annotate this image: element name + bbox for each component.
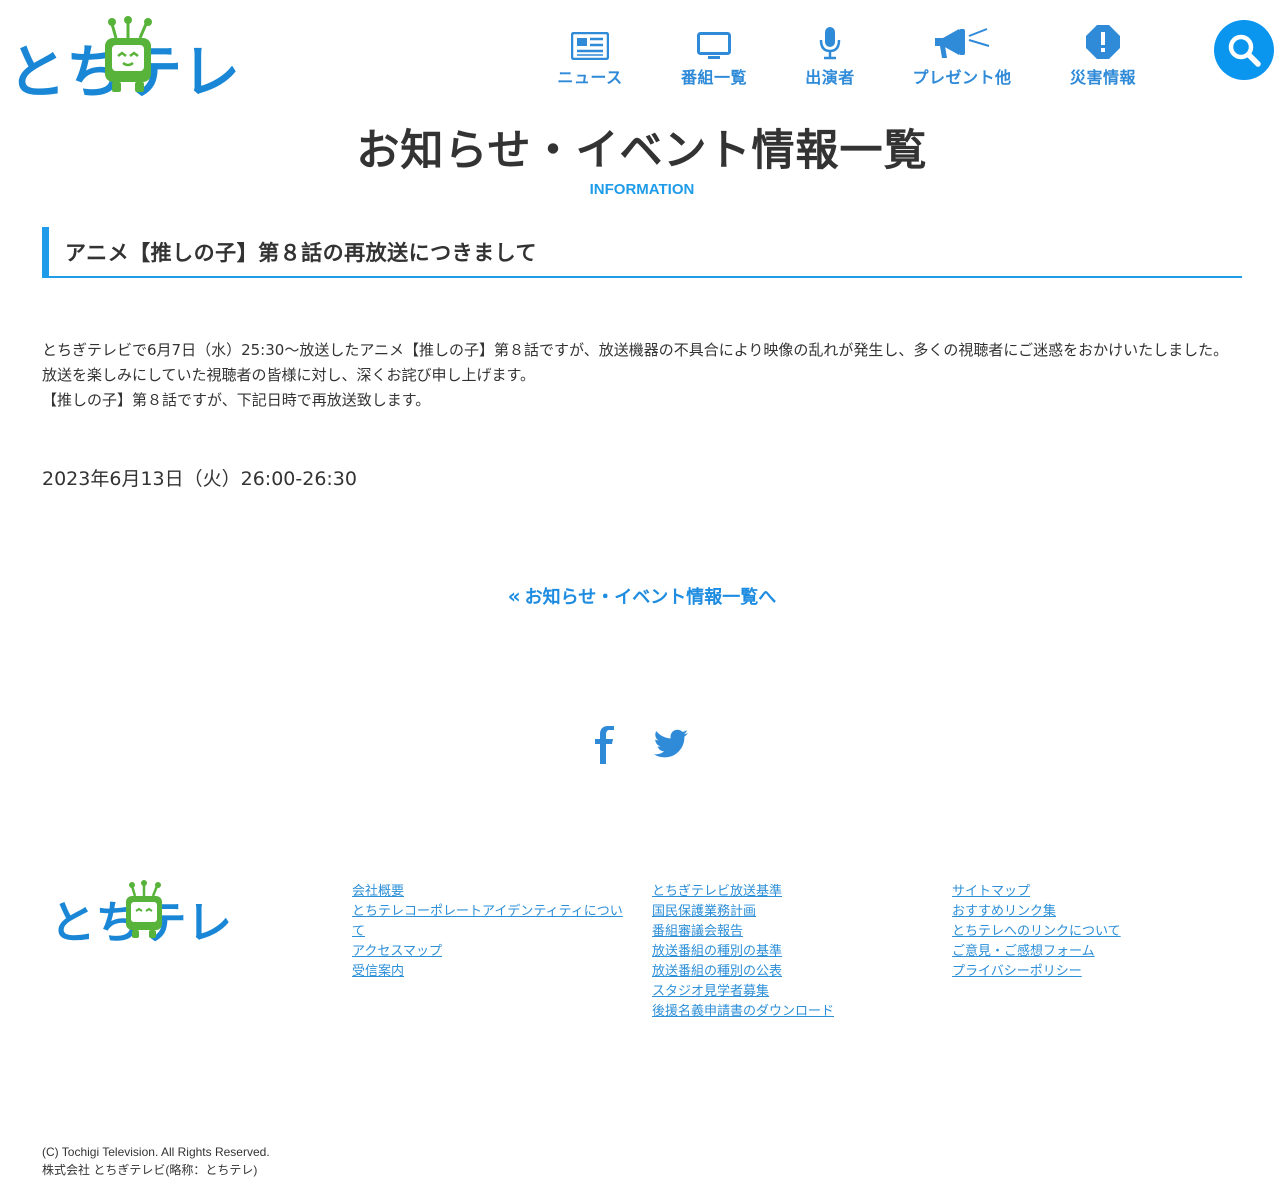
nav-label-programs: 番組一覧 — [680, 68, 747, 87]
article-heading: アニメ【推しの子】第８話の再放送につきまして — [42, 227, 1242, 278]
facebook-icon[interactable] — [590, 726, 620, 764]
footer-link-program-council[interactable]: 番組審議会報告 — [652, 922, 932, 942]
nav-item-news[interactable]: ニュース — [556, 18, 624, 94]
footer-logo-mascot — [126, 880, 162, 938]
footer-link-studio-tour[interactable]: スタジオ見学者募集 — [652, 982, 932, 1002]
footer-link-corporate-identity[interactable]: とちテレコーポレートアイデンティティについて — [352, 902, 632, 942]
article-body: とちぎテレビで6月7日（水）25:30～放送したアニメ【推しの子】第８話ですが、… — [42, 338, 1242, 413]
double-chevron-left-icon: « — [507, 584, 521, 608]
nav-item-disaster[interactable]: 災害情報 — [1068, 18, 1138, 94]
nav-label-news: ニュース — [557, 68, 623, 87]
page-subtitle: INFORMATION — [589, 181, 695, 198]
article-paragraph: とちぎテレビで6月7日（水）25:30～放送したアニメ【推しの子】第８話ですが、… — [42, 341, 1229, 359]
newspaper-icon — [570, 18, 610, 60]
footer-link-sitemap[interactable]: サイトマップ — [952, 882, 1232, 902]
tochitere-logo[interactable]: とちテレ — [8, 16, 244, 98]
footer-links-site: サイトマップ おすすめリンク集 とちテレへのリンクについて ご意見・ご感想フォー… — [952, 882, 1232, 982]
copyright-ja: 株式会社 とちぎテレビ(略称：とちテレ) — [42, 1163, 258, 1177]
footer-logo[interactable]: とちテレ — [50, 880, 236, 944]
footer-links-company: 会社概要 とちテレコーポレートアイデンティティについて アクセスマップ 受信案内 — [352, 882, 632, 982]
footer-link-civil-protection[interactable]: 国民保護業務計画 — [652, 902, 932, 922]
article-heading-text: アニメ【推しの子】第８話の再放送につきまして — [65, 240, 537, 265]
site-header: とちテレ ニュース 番組一覧 — [0, 0, 1284, 110]
footer-link-linking-policy[interactable]: とちテレへのリンクについて — [952, 922, 1232, 942]
article-paragraph: 放送を楽しみにしていた視聴者の皆様に対し、深くお詫び申し上げます。 — [42, 366, 536, 384]
logo-mascot — [105, 16, 152, 92]
footer-link-recommended-links[interactable]: おすすめリンク集 — [952, 902, 1232, 922]
microphone-icon — [810, 18, 850, 60]
social-share — [0, 726, 1284, 766]
rebroadcast-datetime: 2023年6月13日（火）26:00-26:30 — [42, 468, 357, 490]
back-to-list-link[interactable]: «お知らせ・イベント情報一覧へ — [507, 584, 777, 608]
nav-label-disaster: 災害情報 — [1069, 68, 1136, 87]
footer-link-company-profile[interactable]: 会社概要 — [352, 882, 632, 902]
twitter-icon[interactable] — [654, 728, 690, 762]
back-link-container: «お知らせ・イベント情報一覧へ — [0, 583, 1284, 609]
nav-item-present[interactable]: プレゼント他 — [910, 18, 1014, 94]
nav-label-cast: 出演者 — [805, 68, 855, 87]
footer-link-sponsorship-download[interactable]: 後援名義申請書のダウンロード — [652, 1002, 932, 1022]
search-icon — [1228, 34, 1261, 67]
search-button[interactable] — [1214, 20, 1274, 80]
footer-link-broadcast-standards[interactable]: とちぎテレビ放送基準 — [652, 882, 932, 902]
page-title: お知らせ・イベント情報一覧 — [356, 126, 928, 176]
back-link-label: お知らせ・イベント情報一覧へ — [524, 587, 777, 608]
copyright-en: (C) Tochigi Television. All Rights Reser… — [42, 1145, 270, 1159]
footer-link-feedback-form[interactable]: ご意見・ご感想フォーム — [952, 942, 1232, 962]
footer-link-program-type-standards[interactable]: 放送番組の種別の基準 — [652, 942, 932, 962]
footer-link-program-type-publication[interactable]: 放送番組の種別の公表 — [652, 962, 932, 982]
tv-icon — [694, 18, 734, 60]
nav-label-present: プレゼント他 — [912, 68, 1012, 87]
footer-link-reception-guide[interactable]: 受信案内 — [352, 962, 632, 982]
footer-link-access-map[interactable]: アクセスマップ — [352, 942, 632, 962]
alert-icon — [1083, 18, 1123, 60]
footer-link-privacy-policy[interactable]: プライバシーポリシー — [952, 962, 1232, 982]
nav-item-programs[interactable]: 番組一覧 — [678, 18, 750, 94]
copyright: (C) Tochigi Television. All Rights Reser… — [42, 1143, 270, 1179]
megaphone-icon — [932, 18, 992, 60]
nav-item-cast[interactable]: 出演者 — [800, 18, 860, 94]
article-paragraph: 【推しの子】第８話ですが、下記日時で再放送致します。 — [42, 391, 431, 409]
footer-links-broadcast: とちぎテレビ放送基準 国民保護業務計画 番組審議会報告 放送番組の種別の基準 放… — [652, 882, 932, 1022]
